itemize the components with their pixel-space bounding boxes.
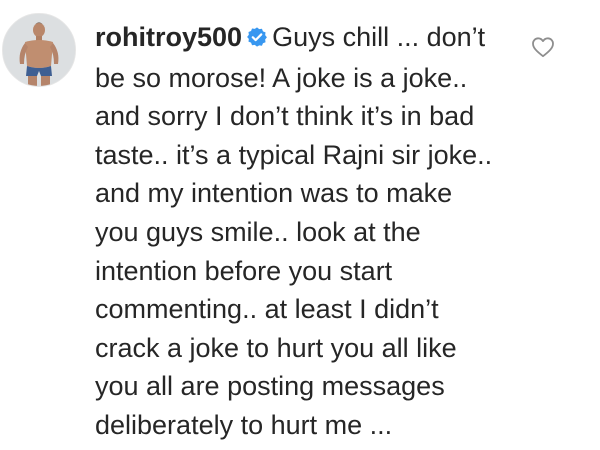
comment-text-line-6: you guys smile.. look at the [95,216,421,247]
comment-text-line-1: Guys chill ... don’t [272,22,486,52]
comment-text-line-7: intention before you start [95,255,393,286]
comment-body: rohitroy500 Guys chill ... don’t be so mo… [95,18,515,445]
comment: rohitroy500 Guys chill ... don’t be so mo… [0,0,600,450]
comment-text-line-9: crack a joke to hurt you all like [95,332,457,363]
comment-text-line-5: and my intention was to make [95,178,453,209]
comment-text-line-2: be so morose! A joke is a joke.. [95,62,468,93]
comment-line: rohitroy500 Guys chill ... don’t [95,18,515,59]
comment-text-line-4: taste.. it’s a typical Rajni sir joke.. [95,139,493,170]
avatar[interactable] [2,13,76,87]
username-link[interactable]: rohitroy500 [95,22,242,52]
comment-text-line-10: you all are posting messages [95,371,445,402]
like-button[interactable] [531,36,555,58]
verified-badge-icon [246,20,268,59]
heart-outline-icon [532,37,554,58]
comment-text-line-8: commenting.. at least I didn’t [95,294,439,325]
avatar-photo [3,14,75,86]
comment-text-line-11: deliberately to hurt me ... [95,409,393,440]
comment-text-line-3: and sorry I don’t think it’s in bad [95,101,475,132]
